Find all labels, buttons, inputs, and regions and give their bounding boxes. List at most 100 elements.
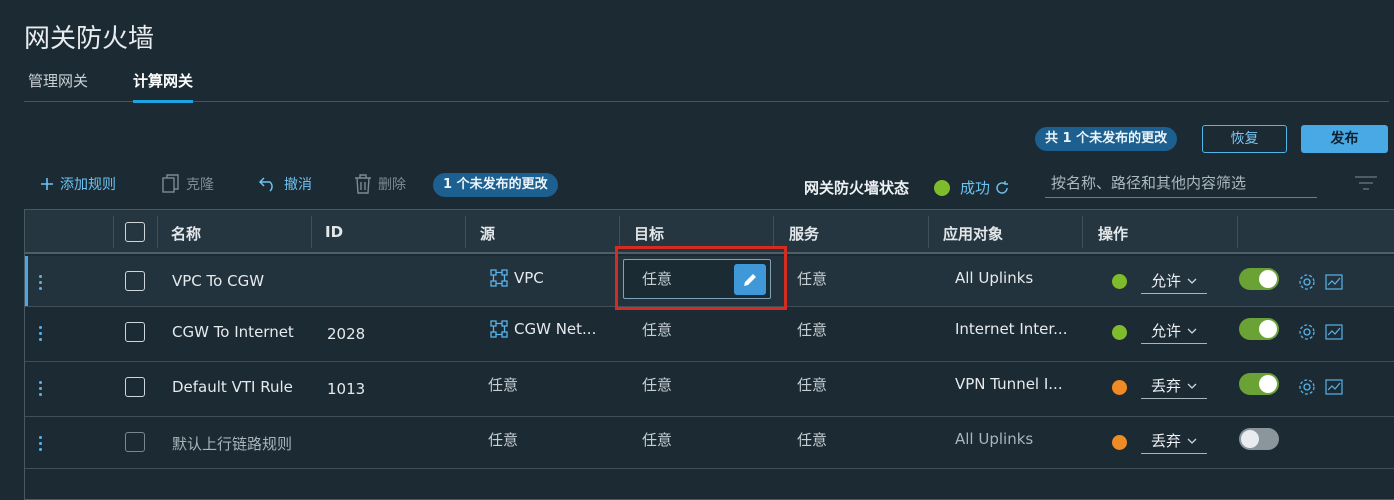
rule-name: CGW To Internet bbox=[172, 323, 294, 341]
action-value: 丢弃 bbox=[1150, 432, 1181, 450]
gear-icon[interactable] bbox=[1298, 323, 1316, 341]
chart-icon[interactable] bbox=[1325, 324, 1343, 340]
add-rule-button[interactable]: 添加规则 bbox=[40, 174, 116, 194]
clone-icon bbox=[162, 174, 179, 193]
plus-icon bbox=[41, 178, 53, 190]
kebab-icon[interactable] bbox=[39, 378, 45, 399]
rule-source: 任意 bbox=[488, 376, 519, 394]
chart-icon[interactable] bbox=[1325, 379, 1343, 395]
rule-name: 默认上行链路规则 bbox=[172, 435, 293, 453]
undo-button[interactable]: 撤消 bbox=[258, 174, 312, 194]
group-icon bbox=[490, 320, 508, 338]
table-row[interactable]: 默认上行链路规则 任意 任意 任意 All Uplinks 丢弃 bbox=[25, 417, 1394, 469]
rule-services: 任意 bbox=[797, 376, 828, 394]
table-row[interactable]: Default VTI Rule 1013 任意 任意 任意 VPN Tunne… bbox=[25, 362, 1394, 417]
table-row[interactable]: CGW To Internet 2028 CGW Net... 任意 任意 In… bbox=[25, 307, 1394, 362]
column-services[interactable]: 服务 bbox=[789, 223, 819, 244]
row-checkbox[interactable] bbox=[125, 271, 145, 291]
action-select[interactable]: 丢弃 bbox=[1141, 373, 1207, 399]
rule-applied-to: Internet Inter... bbox=[955, 320, 1068, 338]
rule-enabled-toggle[interactable] bbox=[1239, 428, 1279, 450]
undo-label: 撤消 bbox=[284, 177, 312, 193]
tab-compute-gateway[interactable]: 计算网关 bbox=[133, 70, 194, 103]
destination-edit-box[interactable]: 任意 bbox=[623, 259, 771, 299]
pending-changes-badge: 共 1 个未发布的更改 bbox=[1035, 127, 1178, 151]
column-name[interactable]: 名称 bbox=[171, 223, 201, 244]
rule-services: 任意 bbox=[797, 321, 828, 339]
pencil-icon bbox=[744, 273, 756, 286]
rule-destination: 任意 bbox=[642, 270, 673, 288]
publish-button[interactable]: 发布 bbox=[1301, 125, 1388, 153]
action-status-dot bbox=[1112, 380, 1127, 395]
refresh-icon[interactable] bbox=[994, 180, 1010, 196]
rule-applied-to: All Uplinks bbox=[955, 430, 1034, 448]
table-header: 名称 ID 源 目标 服务 应用对象 操作 bbox=[25, 210, 1394, 254]
action-status-dot bbox=[1112, 274, 1127, 289]
action-status-dot bbox=[1112, 325, 1127, 340]
column-action[interactable]: 操作 bbox=[1098, 223, 1128, 244]
chevron-down-icon bbox=[1187, 328, 1197, 334]
status-value: 成功 bbox=[960, 179, 991, 197]
rule-applied-to: All Uplinks bbox=[955, 269, 1034, 287]
rule-services: 任意 bbox=[797, 270, 828, 288]
kebab-icon[interactable] bbox=[39, 272, 45, 293]
delete-button[interactable]: 删除 bbox=[354, 174, 406, 194]
action-select[interactable]: 允许 bbox=[1141, 268, 1207, 294]
rules-table: 名称 ID 源 目标 服务 应用对象 操作 VPC To CGW VPC 任意 … bbox=[24, 209, 1394, 500]
undo-icon bbox=[258, 177, 273, 192]
clone-button[interactable]: 克隆 bbox=[162, 174, 214, 194]
rule-destination: 任意 bbox=[642, 376, 673, 394]
rule-services: 任意 bbox=[797, 431, 828, 449]
rule-source: 任意 bbox=[488, 431, 519, 449]
page-title: 网关防火墙 bbox=[24, 24, 155, 54]
rule-enabled-toggle[interactable] bbox=[1239, 268, 1279, 290]
chevron-down-icon bbox=[1187, 278, 1197, 284]
row-checkbox[interactable] bbox=[125, 322, 145, 342]
row-checkbox[interactable] bbox=[125, 377, 145, 397]
add-rule-label: 添加规则 bbox=[60, 177, 116, 193]
delete-label: 删除 bbox=[378, 177, 406, 193]
rule-enabled-toggle[interactable] bbox=[1239, 373, 1279, 395]
action-value: 丢弃 bbox=[1150, 377, 1181, 395]
column-applied-to[interactable]: 应用对象 bbox=[943, 223, 1003, 244]
gear-icon[interactable] bbox=[1298, 378, 1316, 396]
rule-applied-to: VPN Tunnel I... bbox=[955, 375, 1063, 393]
rule-source[interactable]: CGW Net... bbox=[490, 320, 596, 338]
trash-icon bbox=[355, 174, 371, 194]
kebab-icon[interactable] bbox=[39, 323, 45, 344]
rule-name: Default VTI Rule bbox=[172, 378, 293, 396]
action-value: 允许 bbox=[1150, 272, 1181, 290]
chevron-down-icon bbox=[1187, 383, 1197, 389]
chevron-down-icon bbox=[1187, 438, 1197, 444]
action-select[interactable]: 允许 bbox=[1141, 318, 1207, 344]
rule-source-label: CGW Net... bbox=[514, 320, 597, 338]
rule-name: VPC To CGW bbox=[172, 272, 265, 290]
firewall-status-label: 网关防火墙状态 bbox=[804, 179, 910, 197]
status-success-dot bbox=[934, 180, 950, 196]
kebab-icon[interactable] bbox=[39, 433, 45, 454]
clone-label: 克隆 bbox=[186, 177, 214, 193]
column-id[interactable]: ID bbox=[325, 223, 343, 241]
filter-icon[interactable] bbox=[1354, 176, 1378, 190]
unpublished-changes-badge: 1 个未发布的更改 bbox=[433, 173, 558, 197]
row-checkbox[interactable] bbox=[125, 432, 145, 452]
filter-input[interactable] bbox=[1045, 168, 1317, 198]
revert-button[interactable]: 恢复 bbox=[1202, 125, 1287, 153]
column-destination[interactable]: 目标 bbox=[634, 223, 664, 244]
rule-id: 1013 bbox=[327, 380, 366, 398]
select-all-checkbox[interactable] bbox=[125, 222, 145, 242]
gateway-tabs: 管理网关 计算网关 bbox=[24, 60, 1389, 103]
rule-destination: 任意 bbox=[642, 431, 673, 449]
column-source[interactable]: 源 bbox=[480, 223, 495, 244]
action-select[interactable]: 丢弃 bbox=[1141, 428, 1207, 454]
group-icon bbox=[490, 269, 508, 287]
tab-management-gateway[interactable]: 管理网关 bbox=[28, 70, 88, 100]
rule-source[interactable]: VPC bbox=[490, 269, 544, 287]
chart-icon[interactable] bbox=[1325, 274, 1343, 290]
edit-destination-button[interactable] bbox=[734, 264, 766, 295]
action-value: 允许 bbox=[1150, 322, 1181, 340]
table-row[interactable]: VPC To CGW VPC 任意 任意 All Uplinks 允许 bbox=[25, 256, 1394, 307]
gear-icon[interactable] bbox=[1298, 273, 1316, 291]
status-refresh[interactable]: 成功 bbox=[960, 177, 1010, 198]
rule-enabled-toggle[interactable] bbox=[1239, 318, 1279, 340]
